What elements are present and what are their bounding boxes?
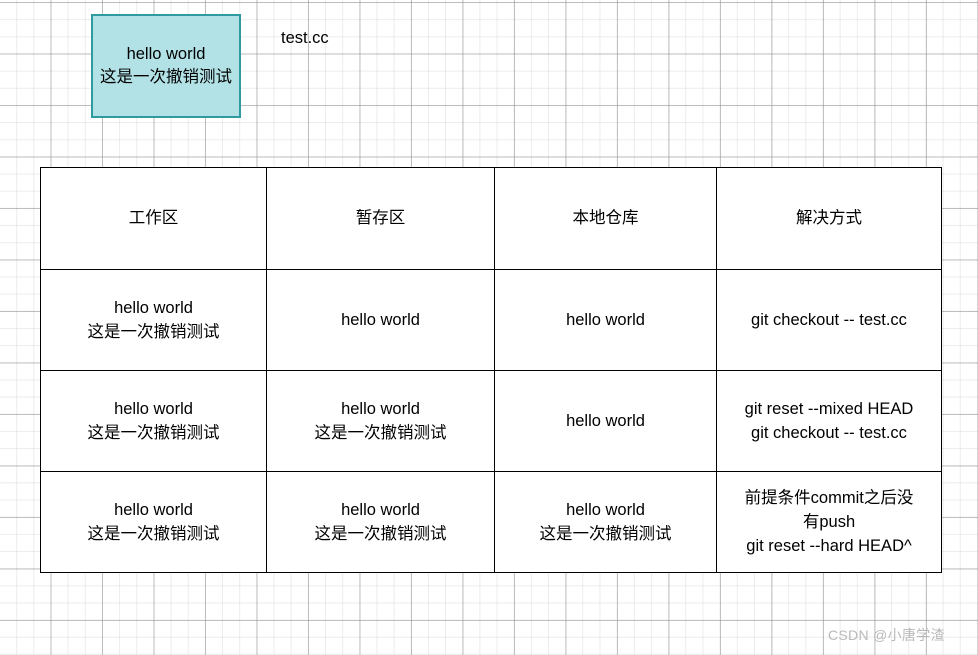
cell-text-line: 这是一次撤销测试: [87, 323, 220, 341]
cell-text-line: 这是一次撤销测试: [314, 525, 447, 543]
file-name-label: test.cc: [281, 29, 329, 47]
file-content-note-box: hello world 这是一次撤销测试: [91, 14, 241, 118]
cell-text-line: 这是一次撤销测试: [539, 525, 672, 543]
header-cell-solution: 解决方式: [716, 167, 942, 270]
cell-text-line: git checkout -- test.cc: [751, 310, 907, 329]
cell-text-line: git reset --mixed HEAD: [744, 399, 914, 418]
cell-text-line: hello world: [341, 310, 420, 329]
cell-text-line: hello world: [114, 399, 193, 418]
table-row: hello world 这是一次撤销测试 hello world hello w…: [40, 269, 942, 371]
cell-text-line: hello world: [341, 399, 420, 418]
header-cell-local-repo: 本地仓库: [494, 167, 717, 270]
header-cell-staging-area: 暂存区: [266, 167, 495, 270]
cell-staging-area: hello world 这是一次撤销测试: [266, 370, 495, 472]
table-row: hello world 这是一次撤销测试 hello world 这是一次撤销测…: [40, 370, 942, 472]
cell-solution: 前提条件commit之后没 有push git reset --hard HEA…: [716, 471, 942, 573]
cell-working-dir: hello world 这是一次撤销测试: [40, 370, 267, 472]
csdn-watermark: CSDN @小唐学渣: [828, 627, 945, 643]
cell-text-line: 前提条件commit之后没: [744, 488, 914, 507]
cell-text-line: 有push: [802, 512, 856, 531]
cell-staging-area: hello world: [266, 269, 495, 371]
cell-text-line: git reset --hard HEAD^: [746, 537, 912, 556]
table-header-row: 工作区 暂存区 本地仓库 解决方式: [40, 167, 942, 270]
table-row: hello world 这是一次撤销测试 hello world 这是一次撤销测…: [40, 471, 942, 573]
cell-staging-area: hello world 这是一次撤销测试: [266, 471, 495, 573]
note-box-line-1: hello world: [126, 44, 206, 63]
cell-local-repo: hello world 这是一次撤销测试: [494, 471, 717, 573]
cell-text-line: hello world: [566, 411, 645, 430]
cell-text-line: 这是一次撤销测试: [87, 525, 220, 543]
cell-text-line: hello world: [341, 500, 420, 519]
cell-working-dir: hello world 这是一次撤销测试: [40, 269, 267, 371]
cell-solution: git checkout -- test.cc: [716, 269, 942, 371]
cell-text-line: 这是一次撤销测试: [314, 424, 447, 442]
note-box-line-2: 这是一次撤销测试: [100, 68, 232, 86]
cell-solution: git reset --mixed HEAD git checkout -- t…: [716, 370, 942, 472]
cell-text-line: hello world: [566, 500, 645, 519]
header-cell-working-dir: 工作区: [40, 167, 267, 270]
cell-text-line: hello world: [566, 310, 645, 329]
cell-local-repo: hello world: [494, 370, 717, 472]
git-state-table: 工作区 暂存区 本地仓库 解决方式 hello world 这是一次撤销测试 h…: [40, 167, 942, 573]
cell-local-repo: hello world: [494, 269, 717, 371]
cell-text-line: hello world: [114, 298, 193, 317]
cell-text-line: 这是一次撤销测试: [87, 424, 220, 442]
cell-working-dir: hello world 这是一次撤销测试: [40, 471, 267, 573]
diagram-canvas: hello world 这是一次撤销测试 test.cc 工作区 暂存区 本地仓…: [0, 0, 978, 655]
cell-text-line: hello world: [114, 500, 193, 519]
cell-text-line: git checkout -- test.cc: [751, 424, 907, 442]
